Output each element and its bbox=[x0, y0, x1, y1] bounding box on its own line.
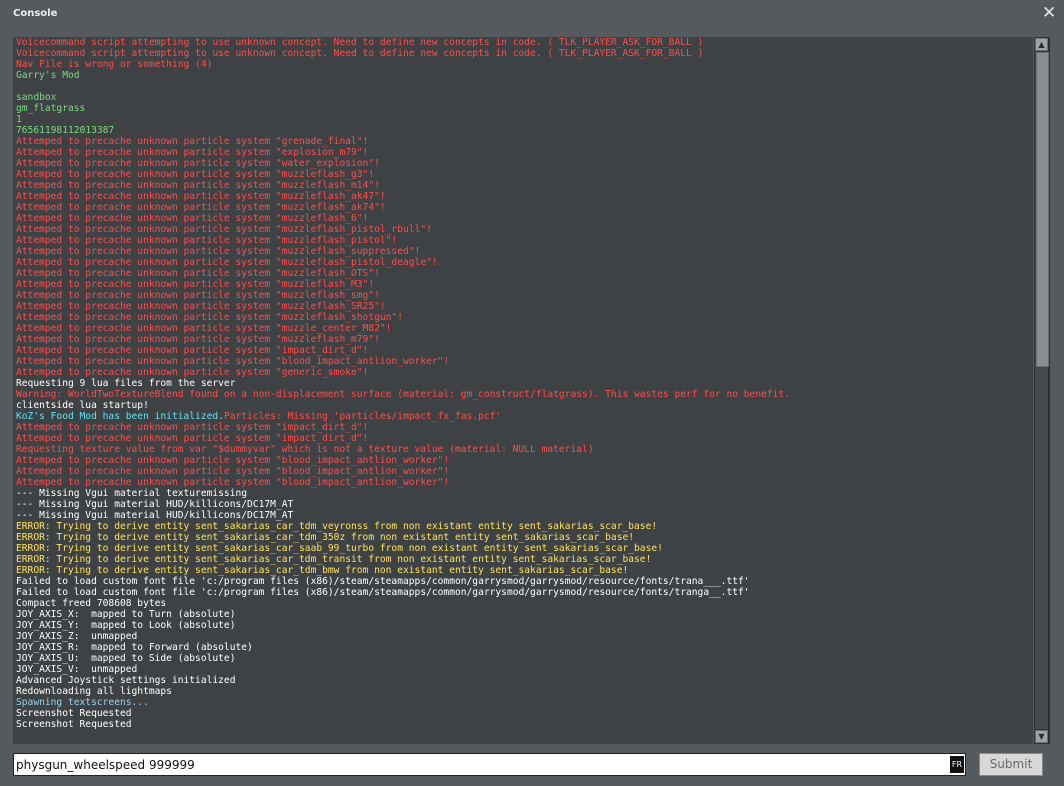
console-line: Failed to load custom font file 'c:/prog… bbox=[16, 576, 750, 587]
console-line: Attemped to precache unknown particle sy… bbox=[16, 213, 369, 224]
console-line: --- Missing Vgui material HUD/killicons/… bbox=[16, 510, 294, 521]
console-line: Attemped to precache unknown particle sy… bbox=[16, 224, 432, 235]
console-line: Voicecommand script attempting to use un… bbox=[16, 48, 704, 59]
console-line: JOY_AXIS_Y: mapped to Look (absolute) bbox=[16, 620, 236, 631]
console-line: Attemped to precache unknown particle sy… bbox=[16, 345, 369, 356]
console-line: --- Missing Vgui material texturemissing bbox=[16, 488, 248, 499]
console-line: Requesting 9 lua files from the server bbox=[16, 378, 236, 389]
console-line: Failed to load custom font file 'c:/prog… bbox=[16, 587, 750, 598]
console-line: ERROR: Trying to derive entity sent_saka… bbox=[16, 521, 658, 532]
console-line: ERROR: Trying to derive entity sent_saka… bbox=[16, 565, 629, 576]
scrollbar-track[interactable] bbox=[1035, 52, 1049, 729]
console-line: ERROR: Trying to derive entity sent_saka… bbox=[16, 543, 663, 554]
scrollbar-thumb[interactable] bbox=[1036, 52, 1049, 367]
console-line: Garry's Mod bbox=[16, 70, 80, 81]
console-line: Attemped to precache unknown particle sy… bbox=[16, 147, 369, 158]
console-line: Attemped to precache unknown particle sy… bbox=[16, 257, 438, 268]
console-scrollbar[interactable]: ▲ ▼ bbox=[1034, 37, 1050, 744]
console-line: Attemped to precache unknown particle sy… bbox=[16, 433, 369, 444]
console-line: Redownloading all lightmaps bbox=[16, 686, 172, 697]
console-line: Attemped to precache unknown particle sy… bbox=[16, 323, 392, 334]
console-line: Attemped to precache unknown particle sy… bbox=[16, 455, 450, 466]
console-line: --- Missing Vgui material HUD/killicons/… bbox=[16, 499, 294, 510]
console-line: Screenshot Requested bbox=[16, 708, 132, 719]
scroll-down-icon[interactable]: ▼ bbox=[1035, 730, 1048, 743]
console-output[interactable]: Voicecommand script attempting to use un… bbox=[13, 37, 1033, 744]
title-bar[interactable]: Console ✕ bbox=[0, 0, 1064, 30]
console-line: JOY_AXIS_X: mapped to Turn (absolute) bbox=[16, 609, 236, 620]
console-line: Attemped to precache unknown particle sy… bbox=[16, 466, 450, 477]
console-line: JOY_AXIS_V: unmapped bbox=[16, 664, 138, 675]
console-line: 76561198112013387 bbox=[16, 125, 115, 136]
console-line: Attemped to precache unknown particle sy… bbox=[16, 422, 369, 433]
console-line: ERROR: Trying to derive entity sent_saka… bbox=[16, 554, 652, 565]
window-title: Console bbox=[13, 8, 58, 19]
console-line: Screenshot Requested bbox=[16, 719, 132, 730]
console-line: Attemped to precache unknown particle sy… bbox=[16, 312, 403, 323]
console-line: Attemped to precache unknown particle sy… bbox=[16, 202, 386, 213]
command-input-wrapper: FR bbox=[13, 753, 966, 776]
console-line: Attemped to precache unknown particle sy… bbox=[16, 477, 450, 488]
console-line: JOY_AXIS_U: mapped to Side (absolute) bbox=[16, 653, 236, 664]
console-line: Voicecommand script attempting to use un… bbox=[16, 37, 704, 48]
console-line: Nav File is wrong or something (4) bbox=[16, 59, 213, 70]
console-line: JOY_AXIS_Z: unmapped bbox=[16, 631, 138, 642]
console-line: Attemped to precache unknown particle sy… bbox=[16, 279, 375, 290]
console-line: Attemped to precache unknown particle sy… bbox=[16, 136, 369, 147]
console-lines: Voicecommand script attempting to use un… bbox=[16, 37, 1031, 730]
console-line: Attemped to precache unknown particle sy… bbox=[16, 268, 380, 279]
console-line: 1 bbox=[16, 114, 22, 125]
console-line: sandbox bbox=[16, 92, 57, 103]
console-line: Attemped to precache unknown particle sy… bbox=[16, 356, 450, 367]
console-line: Attemped to precache unknown particle sy… bbox=[16, 334, 380, 345]
scroll-up-icon[interactable]: ▲ bbox=[1035, 38, 1048, 51]
console-line: Attemped to precache unknown particle sy… bbox=[16, 301, 386, 312]
console-line: gm_flatgrass bbox=[16, 103, 86, 114]
console-line-segment: KoZ's Food Mod has been initialized. bbox=[16, 411, 224, 422]
console-line: Spawning textscreens... bbox=[16, 697, 149, 708]
command-input[interactable] bbox=[16, 755, 946, 774]
console-line: Attemped to precache unknown particle sy… bbox=[16, 158, 380, 169]
ime-language-badge: FR bbox=[950, 756, 964, 773]
console-line: Requesting texture value from var "$dumm… bbox=[16, 444, 594, 455]
console-line: Attemped to precache unknown particle sy… bbox=[16, 367, 369, 378]
console-line: Compact freed 708608 bytes bbox=[16, 598, 167, 609]
console-line: KoZ's Food Mod has been initialized.Part… bbox=[16, 411, 1031, 422]
console-window: Console ✕ Voicecommand script attempting… bbox=[0, 0, 1064, 786]
console-line: clientside lua startup! bbox=[16, 400, 149, 411]
close-icon[interactable]: ✕ bbox=[1042, 5, 1056, 22]
console-line-segment: Particles: Missing 'particles/impact_fx_… bbox=[223, 411, 502, 422]
console-line: ERROR: Trying to derive entity sent_saka… bbox=[16, 532, 635, 543]
console-line: JOY_AXIS_R: mapped to Forward (absolute) bbox=[16, 642, 253, 653]
console-line: Attemped to precache unknown particle sy… bbox=[16, 235, 398, 246]
console-line: Attemped to precache unknown particle sy… bbox=[16, 246, 421, 257]
console-line: Warning: WorldTwoTextureBlend found on a… bbox=[16, 389, 790, 400]
console-line: Attemped to precache unknown particle sy… bbox=[16, 169, 375, 180]
console-line: Attemped to precache unknown particle sy… bbox=[16, 191, 386, 202]
submit-button[interactable]: Submit bbox=[979, 753, 1043, 776]
console-line: Attemped to precache unknown particle sy… bbox=[16, 290, 380, 301]
console-line: Attemped to precache unknown particle sy… bbox=[16, 180, 380, 191]
console-line: Advanced Joystick settings initialized bbox=[16, 675, 236, 686]
